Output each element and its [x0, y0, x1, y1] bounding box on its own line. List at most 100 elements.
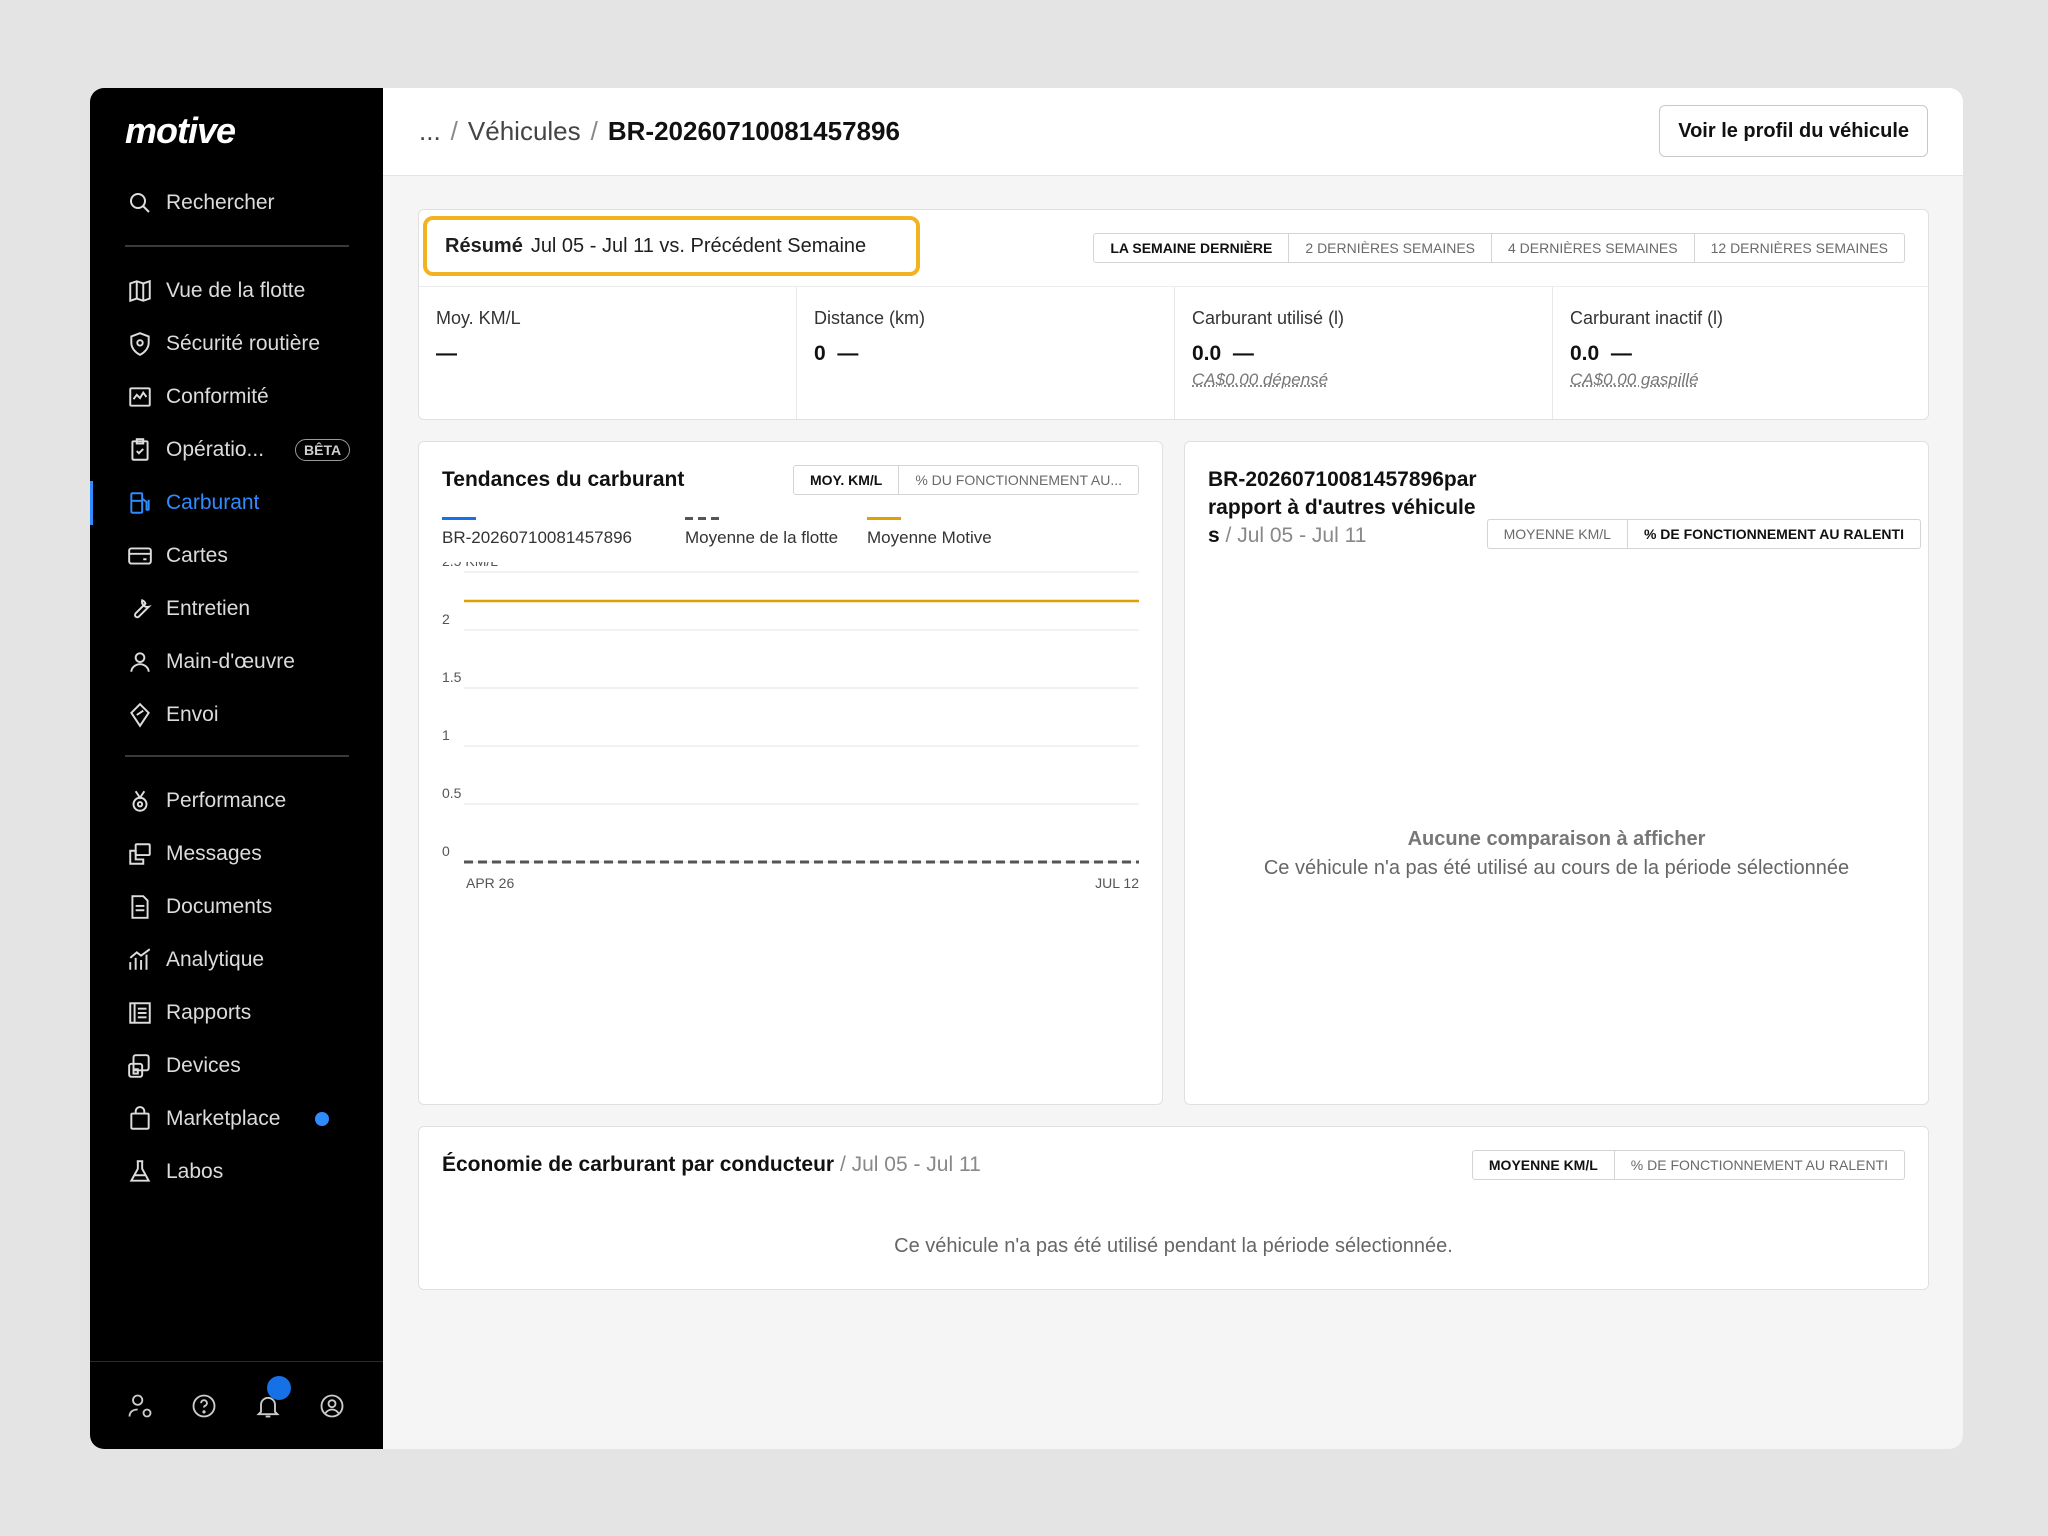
metric-cost[interactable]: CA$0.00 gaspillé	[1570, 370, 1699, 390]
report-icon	[126, 999, 154, 1027]
driver-economy-title: Économie de carburant par conducteur / J…	[442, 1153, 981, 1177]
driver-economy-range: / Jul 05 - Jul 11	[839, 1153, 981, 1176]
legend-motive-average[interactable]: Moyenne Motive	[867, 528, 992, 548]
legend-swatch-fleet	[685, 517, 719, 520]
fuel-trends-card: Tendances du carburant MOY. KM/L % DU FO…	[418, 441, 1163, 1105]
messages-icon	[126, 840, 154, 868]
y-tick-label: 1.5	[442, 669, 462, 685]
map-icon	[126, 277, 154, 305]
metric-idle-fuel: Carburant inactif (l) 0.0 — CA$0.00 gasp…	[1553, 286, 1929, 419]
sidebar-item-label: Opératio...	[166, 438, 265, 461]
medal-icon	[126, 787, 154, 815]
sidebar-item-safety[interactable]: Sécurité routière	[90, 322, 383, 366]
sidebar-item-fuel[interactable]: Carburant	[90, 481, 383, 525]
sidebar-item-labs[interactable]: Labos	[90, 1150, 383, 1194]
metric-cost[interactable]: CA$0.00 dépensé	[1192, 370, 1328, 390]
sidebar-item-devices[interactable]: Devices	[90, 1044, 383, 1088]
tab-4-weeks[interactable]: 4 DERNIÈRES SEMAINES	[1491, 234, 1694, 262]
driver-economy-title-text: Économie de carburant par conducteur	[442, 1153, 835, 1176]
tab-idle-percent[interactable]: % DE FONCTIONNEMENT AU RALENTI	[1626, 520, 1920, 548]
credit-card-icon	[126, 542, 154, 570]
search-icon	[126, 189, 154, 217]
wrench-icon	[126, 595, 154, 623]
tab-average-kml[interactable]: MOYENNE KM/L	[1488, 520, 1627, 548]
sidebar-item-label: Documents	[166, 895, 273, 918]
sidebar-item-reports[interactable]: Rapports	[90, 991, 383, 1035]
metric-value: 0.0 —	[1570, 342, 1632, 365]
analytics-icon	[126, 946, 154, 974]
sidebar-item-label: Sécurité routière	[166, 332, 321, 355]
sidebar-item-analytics[interactable]: Analytique	[90, 938, 383, 982]
sidebar-item-dispatch[interactable]: Envoi	[90, 693, 383, 737]
empty-state-message: Ce véhicule n'a pas été utilisé au cours…	[1263, 857, 1850, 879]
legend-swatch-motive	[867, 517, 901, 520]
comparison-title: BR-20260710081457896par rapport à d'autr…	[1208, 466, 1478, 550]
fuel-pump-icon	[126, 489, 154, 517]
sidebar-item-marketplace[interactable]: Marketplace	[90, 1097, 383, 1141]
divider	[125, 755, 349, 757]
user-settings-icon[interactable]	[126, 1392, 154, 1420]
sidebar-item-label: Messages	[166, 842, 262, 865]
sidebar-item-documents[interactable]: Documents	[90, 885, 383, 929]
dispatch-icon	[126, 701, 154, 729]
metric-label: Carburant utilisé (l)	[1192, 308, 1345, 328]
view-vehicle-profile-button[interactable]: Voir le profil du véhicule	[1659, 105, 1928, 157]
person-icon	[126, 648, 154, 676]
tab-idle-percent[interactable]: % DE FONCTIONNEMENT AU RALENTI	[1613, 1151, 1904, 1179]
compliance-icon	[126, 383, 154, 411]
x-tick-label: APR 26	[466, 875, 514, 891]
metric-value: 0.0 —	[1192, 342, 1254, 365]
fuel-trends-chart: 2.5 KM/L 2 1.5 1 0.5 0 APR 26 JUL 12	[442, 562, 1139, 891]
y-tick-label: 0	[442, 843, 450, 859]
trends-metric-selector: MOY. KM/L % DU FONCTIONNEMENT AU...	[793, 465, 1139, 495]
document-icon	[126, 893, 154, 921]
tab-2-weeks[interactable]: 2 DERNIÈRES SEMAINES	[1288, 234, 1491, 262]
page-header: ... / Véhicules / BR-20260710081457896 Voir …	[383, 88, 1963, 176]
tab-last-week[interactable]: LA SEMAINE DERNIÈRE	[1094, 234, 1288, 262]
driver-economy-card: Économie de carburant par conducteur / J…	[418, 1126, 1929, 1290]
divider	[125, 245, 349, 247]
search-label: Rechercher	[166, 191, 275, 214]
sidebar-item-label: Vue de la flotte	[166, 279, 306, 302]
period-selector: LA SEMAINE DERNIÈRE 2 DERNIÈRES SEMAINES…	[1093, 233, 1905, 263]
legend-fleet-average[interactable]: Moyenne de la flotte	[685, 528, 838, 548]
sidebar-item-label: Analytique	[166, 948, 265, 971]
tab-12-weeks[interactable]: 12 DERNIÈRES SEMAINES	[1693, 234, 1904, 262]
breadcrumb-current: BR-20260710081457896	[607, 116, 900, 146]
app-window: motive Rechercher Vue de la flotte Sécur…	[90, 88, 1963, 1449]
y-tick-label: 1	[442, 727, 450, 743]
search-button[interactable]: Rechercher	[90, 181, 383, 225]
tab-average-kml[interactable]: MOYENNE KM/L	[1473, 1151, 1614, 1179]
sidebar-item-messages[interactable]: Messages	[90, 832, 383, 876]
legend-vehicle[interactable]: BR-20260710081457896	[442, 528, 632, 548]
sidebar-item-fleet-view[interactable]: Vue de la flotte	[90, 269, 383, 313]
sidebar-item-workforce[interactable]: Main-d'œuvre	[90, 640, 383, 684]
breadcrumb: ... / Véhicules / BR-20260710081457896	[419, 116, 900, 146]
breadcrumb-vehicles[interactable]: Véhicules	[468, 116, 581, 146]
sidebar-item-cards[interactable]: Cartes	[90, 534, 383, 578]
sidebar-item-label: Envoi	[166, 703, 219, 726]
account-icon[interactable]	[318, 1392, 346, 1420]
sidebar-item-compliance[interactable]: Conformité	[90, 375, 383, 419]
comparison-metric-selector: MOYENNE KM/L % DE FONCTIONNEMENT AU RALE…	[1486, 519, 1921, 549]
sidebar-item-label: Main-d'œuvre	[166, 650, 295, 673]
sidebar-item-label: Performance	[166, 789, 287, 812]
breadcrumb-ellipsis[interactable]: ...	[419, 116, 441, 146]
sidebar-item-label: Cartes	[166, 544, 228, 567]
tab-avg-kml[interactable]: MOY. KM/L	[794, 466, 898, 494]
fuel-trends-title: Tendances du carburant	[442, 468, 685, 491]
metric-distance: Distance (km) 0 —	[797, 286, 1175, 419]
notification-badge	[267, 1376, 291, 1400]
motive-logo[interactable]: motive	[125, 110, 236, 152]
sidebar-item-maintenance[interactable]: Entretien	[90, 587, 383, 631]
flask-icon	[126, 1158, 154, 1186]
sidebar-item-label: Conformité	[166, 385, 269, 408]
empty-state-message: Ce véhicule n'a pas été utilisé pendant …	[894, 1235, 1453, 1257]
help-icon[interactable]	[190, 1392, 218, 1420]
metric-value: 0 —	[814, 342, 859, 365]
sidebar-item-performance[interactable]: Performance	[90, 779, 383, 823]
sidebar-item-operations[interactable]: Opératio... BÊTA	[90, 428, 383, 472]
y-tick-label: 2.5 KM/L	[442, 562, 498, 569]
empty-state-title: Aucune comparaison à afficher	[1407, 828, 1706, 850]
tab-idle-percent[interactable]: % DU FONCTIONNEMENT AU...	[898, 466, 1138, 494]
